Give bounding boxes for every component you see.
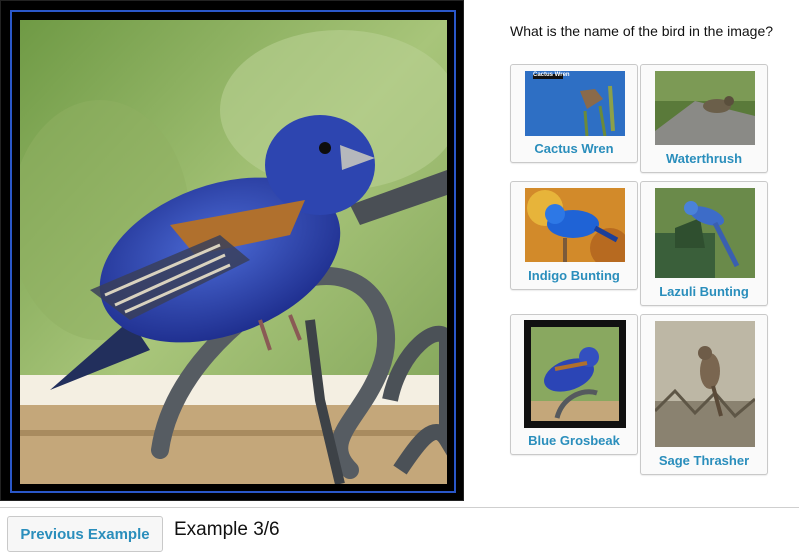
- option-label: Waterthrush: [665, 151, 743, 166]
- option-cactus-wren[interactable]: Cactus Wren Cactus Wren: [510, 64, 638, 163]
- cactus-wren-thumbnail: Cactus Wren: [525, 71, 625, 136]
- option-label: Indigo Bunting: [528, 268, 620, 283]
- option-label: Blue Grosbeak: [528, 433, 620, 448]
- main-image-frame: [0, 0, 464, 501]
- option-indigo-bunting[interactable]: Indigo Bunting: [510, 181, 638, 290]
- option-label: Cactus Wren: [534, 141, 614, 156]
- main-bird-photo: [20, 20, 447, 484]
- option-label: Lazuli Bunting: [659, 284, 749, 299]
- option-waterthrush[interactable]: Waterthrush: [640, 64, 768, 173]
- option-lazuli-bunting[interactable]: Lazuli Bunting: [640, 181, 768, 306]
- blue-grosbeak-thumbnail: [524, 320, 626, 428]
- indigo-bunting-thumbnail: [525, 188, 625, 262]
- option-blue-grosbeak[interactable]: Blue Grosbeak: [510, 314, 638, 455]
- sage-thrasher-thumbnail: [655, 321, 755, 447]
- option-label: Sage Thrasher: [658, 453, 750, 468]
- cactus-wren-thumb-title: Cactus Wren: [533, 72, 570, 78]
- navigation-bar: Previous Example Example 3/6: [0, 507, 799, 558]
- option-sage-thrasher[interactable]: Sage Thrasher: [640, 314, 768, 475]
- lazuli-bunting-thumbnail: [655, 188, 755, 278]
- previous-example-button[interactable]: Previous Example: [7, 516, 163, 552]
- question-text: What is the name of the bird in the imag…: [510, 23, 774, 39]
- example-counter: Example 3/6: [174, 519, 280, 540]
- waterthrush-thumbnail: [655, 71, 755, 145]
